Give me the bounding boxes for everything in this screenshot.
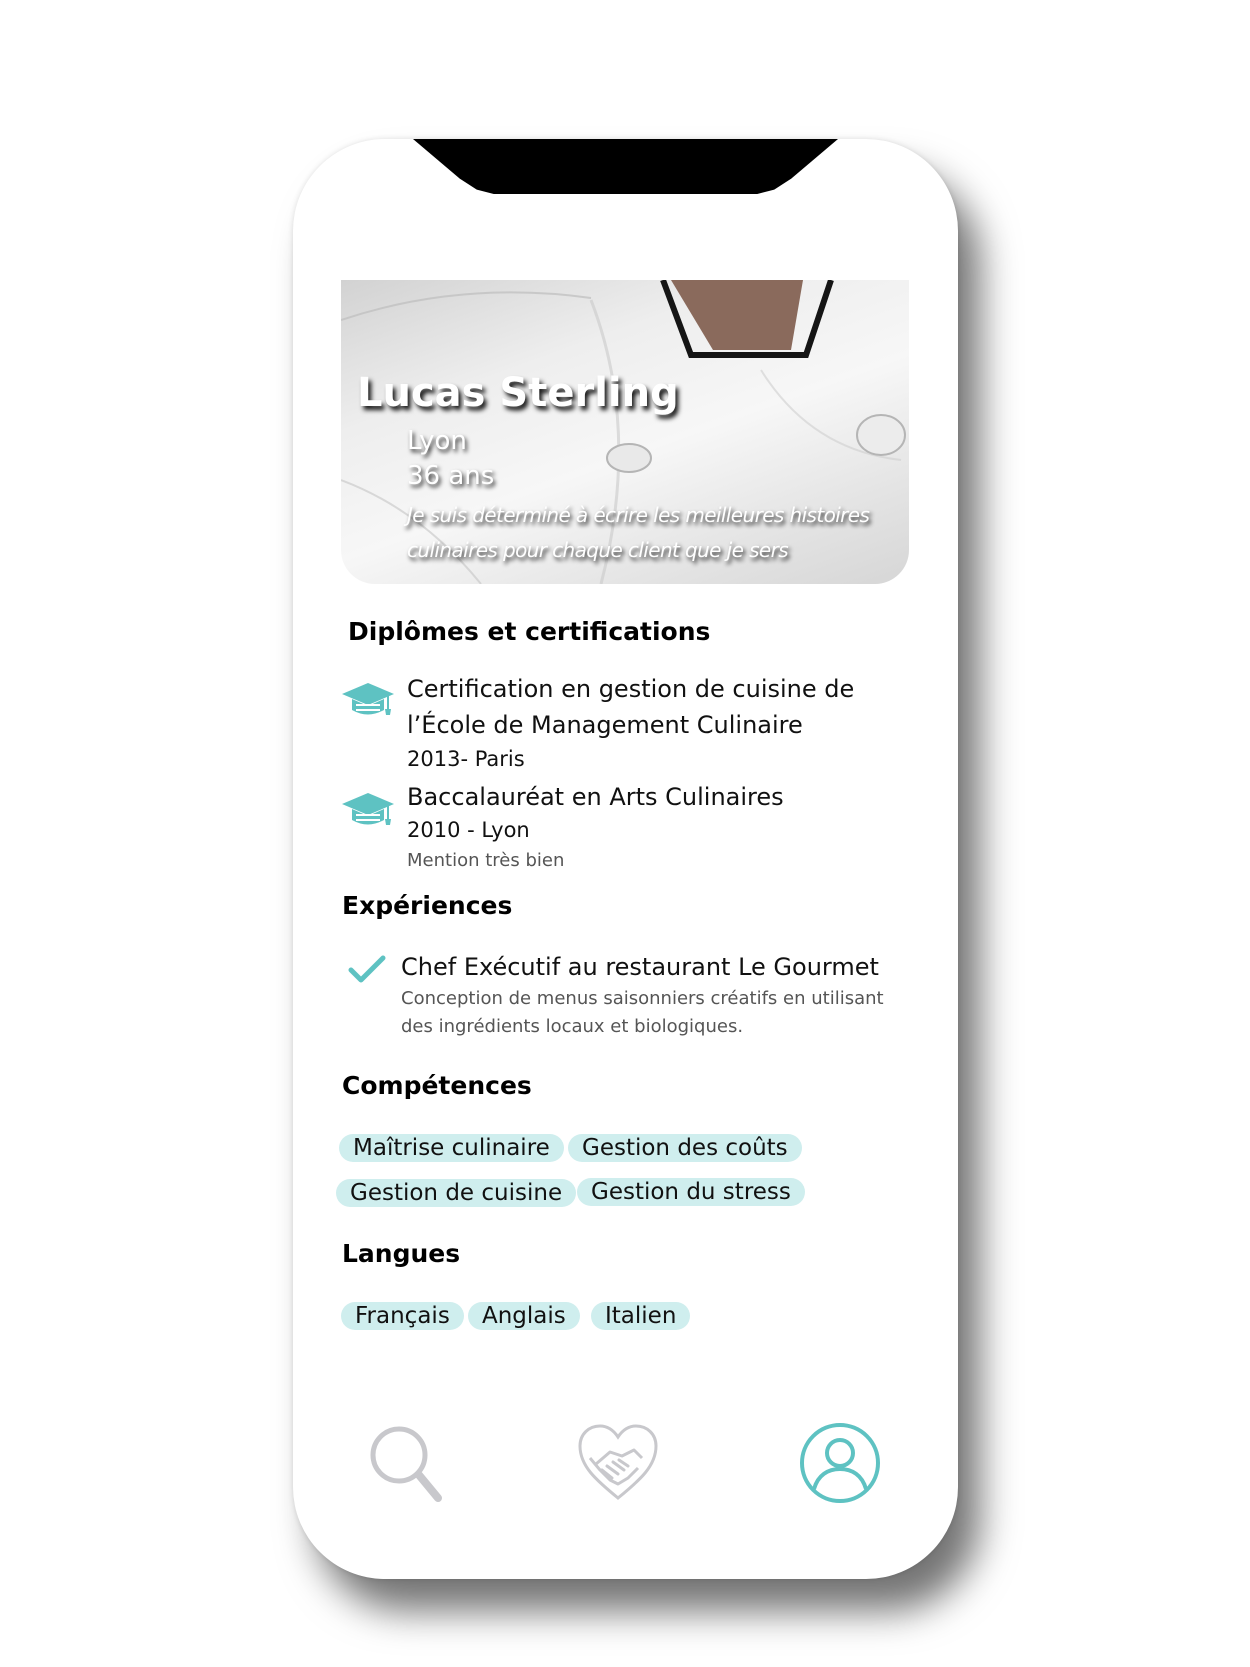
skills-section-title: Compétences bbox=[342, 1071, 532, 1100]
diploma-1-title: Certification en gestion de cuisine de l… bbox=[407, 675, 855, 739]
experiences-section-title: Expériences bbox=[342, 891, 513, 920]
diploma-2-note: Mention très bien bbox=[407, 850, 565, 871]
graduation-cap-icon bbox=[342, 683, 394, 715]
language-tag: Français bbox=[341, 1302, 464, 1330]
profile-name: Lucas Sterling bbox=[357, 370, 679, 416]
experience-1-title: Chef Exécutif au restaurant Le Gourmet bbox=[401, 953, 879, 981]
diploma-1-sub: 2013- Paris bbox=[407, 747, 525, 771]
experience-1-description: Conception de menus saisonniers créatifs… bbox=[401, 988, 884, 1037]
heart-handshake-icon[interactable] bbox=[576, 1422, 660, 1502]
diploma-2-sub: 2010 - Lyon bbox=[407, 818, 530, 842]
search-icon[interactable] bbox=[368, 1424, 444, 1504]
user-profile-icon[interactable] bbox=[798, 1421, 882, 1505]
language-tag: Anglais bbox=[468, 1302, 580, 1330]
screen: Lucas Sterling Lyon 36 ans Je suis déter… bbox=[0, 0, 1250, 1667]
profile-quote: Je suis déterminé à écrire les meilleure… bbox=[407, 503, 870, 562]
skill-tag: Gestion du stress bbox=[577, 1178, 805, 1206]
diplomas-section-title: Diplômes et certifications bbox=[348, 617, 711, 646]
skill-tag: Gestion des coûts bbox=[568, 1134, 802, 1162]
checkmark-icon bbox=[348, 955, 386, 983]
phone-frame: Lucas Sterling Lyon 36 ans Je suis déter… bbox=[293, 139, 958, 1579]
profile-header: Lucas Sterling Lyon 36 ans Je suis déter… bbox=[341, 280, 909, 584]
profile-city: Lyon bbox=[407, 426, 467, 456]
language-tag: Italien bbox=[591, 1302, 691, 1330]
languages-section-title: Langues bbox=[342, 1239, 461, 1268]
profile-age: 36 ans bbox=[407, 461, 495, 491]
skill-tag: Gestion de cuisine bbox=[336, 1179, 577, 1207]
diploma-2-title: Baccalauréat en Arts Culinaires bbox=[407, 783, 784, 811]
graduation-cap-icon bbox=[342, 793, 394, 825]
phone-notch bbox=[413, 139, 838, 194]
skill-tag: Maîtrise culinaire bbox=[339, 1134, 564, 1162]
